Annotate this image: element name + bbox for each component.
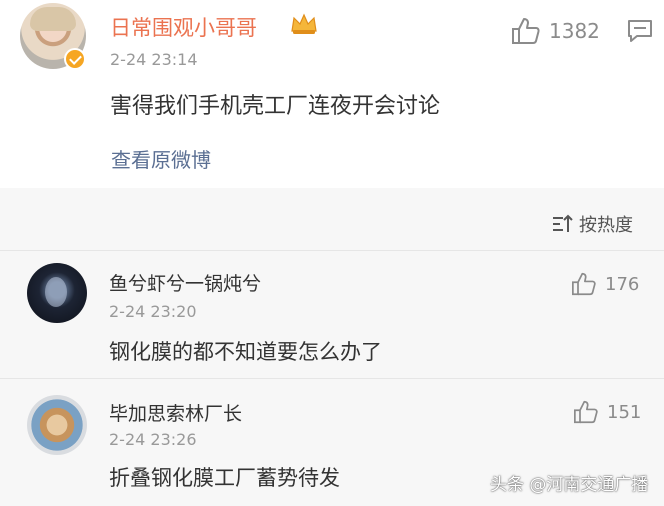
comment-like-count: 176	[605, 273, 640, 295]
view-original-link[interactable]: 查看原微博	[111, 144, 211, 173]
comment-text: 折叠钢化膜工厂蓄势待发	[109, 466, 340, 490]
divider	[0, 250, 664, 251]
post-like-button[interactable]: 1382	[511, 17, 600, 45]
post-like-count: 1382	[549, 19, 600, 43]
thumbs-up-icon	[512, 18, 540, 44]
crown-icon	[291, 13, 317, 34]
comment-author-name[interactable]: 鱼兮虾兮一锅炖兮	[109, 269, 261, 296]
post-author-name[interactable]: 日常围观小哥哥	[110, 12, 257, 42]
comment-timestamp: 2-24 23:20	[109, 302, 197, 321]
post-text: 害得我们手机壳工厂连夜开会讨论	[110, 94, 441, 119]
divider	[0, 378, 664, 379]
comment-timestamp: 2-24 23:26	[109, 430, 197, 449]
comment-text: 钢化膜的都不知道要怎么办了	[109, 340, 382, 364]
comment-avatar[interactable]	[27, 263, 87, 323]
sort-icon	[553, 214, 573, 232]
comment-like-count: 151	[607, 401, 642, 423]
comment-like-button[interactable]: 176	[571, 272, 639, 296]
avatar-figure	[45, 277, 67, 307]
sort-by-hot-button[interactable]: 按热度	[551, 211, 633, 237]
verified-badge-icon	[64, 48, 86, 70]
comment-icon[interactable]	[627, 19, 653, 43]
watermark: 头条 @河南交通广播	[490, 475, 649, 495]
comment-avatar[interactable]	[27, 395, 87, 455]
thumbs-up-icon	[574, 400, 598, 424]
comment-author-name[interactable]: 毕加思索林厂长	[109, 399, 242, 426]
post-timestamp: 2-24 23:14	[110, 50, 198, 69]
sort-label: 按热度	[579, 215, 633, 236]
comment-like-button[interactable]: 151	[573, 400, 641, 424]
avatar-hair	[30, 7, 76, 31]
thumbs-up-icon	[572, 272, 596, 296]
